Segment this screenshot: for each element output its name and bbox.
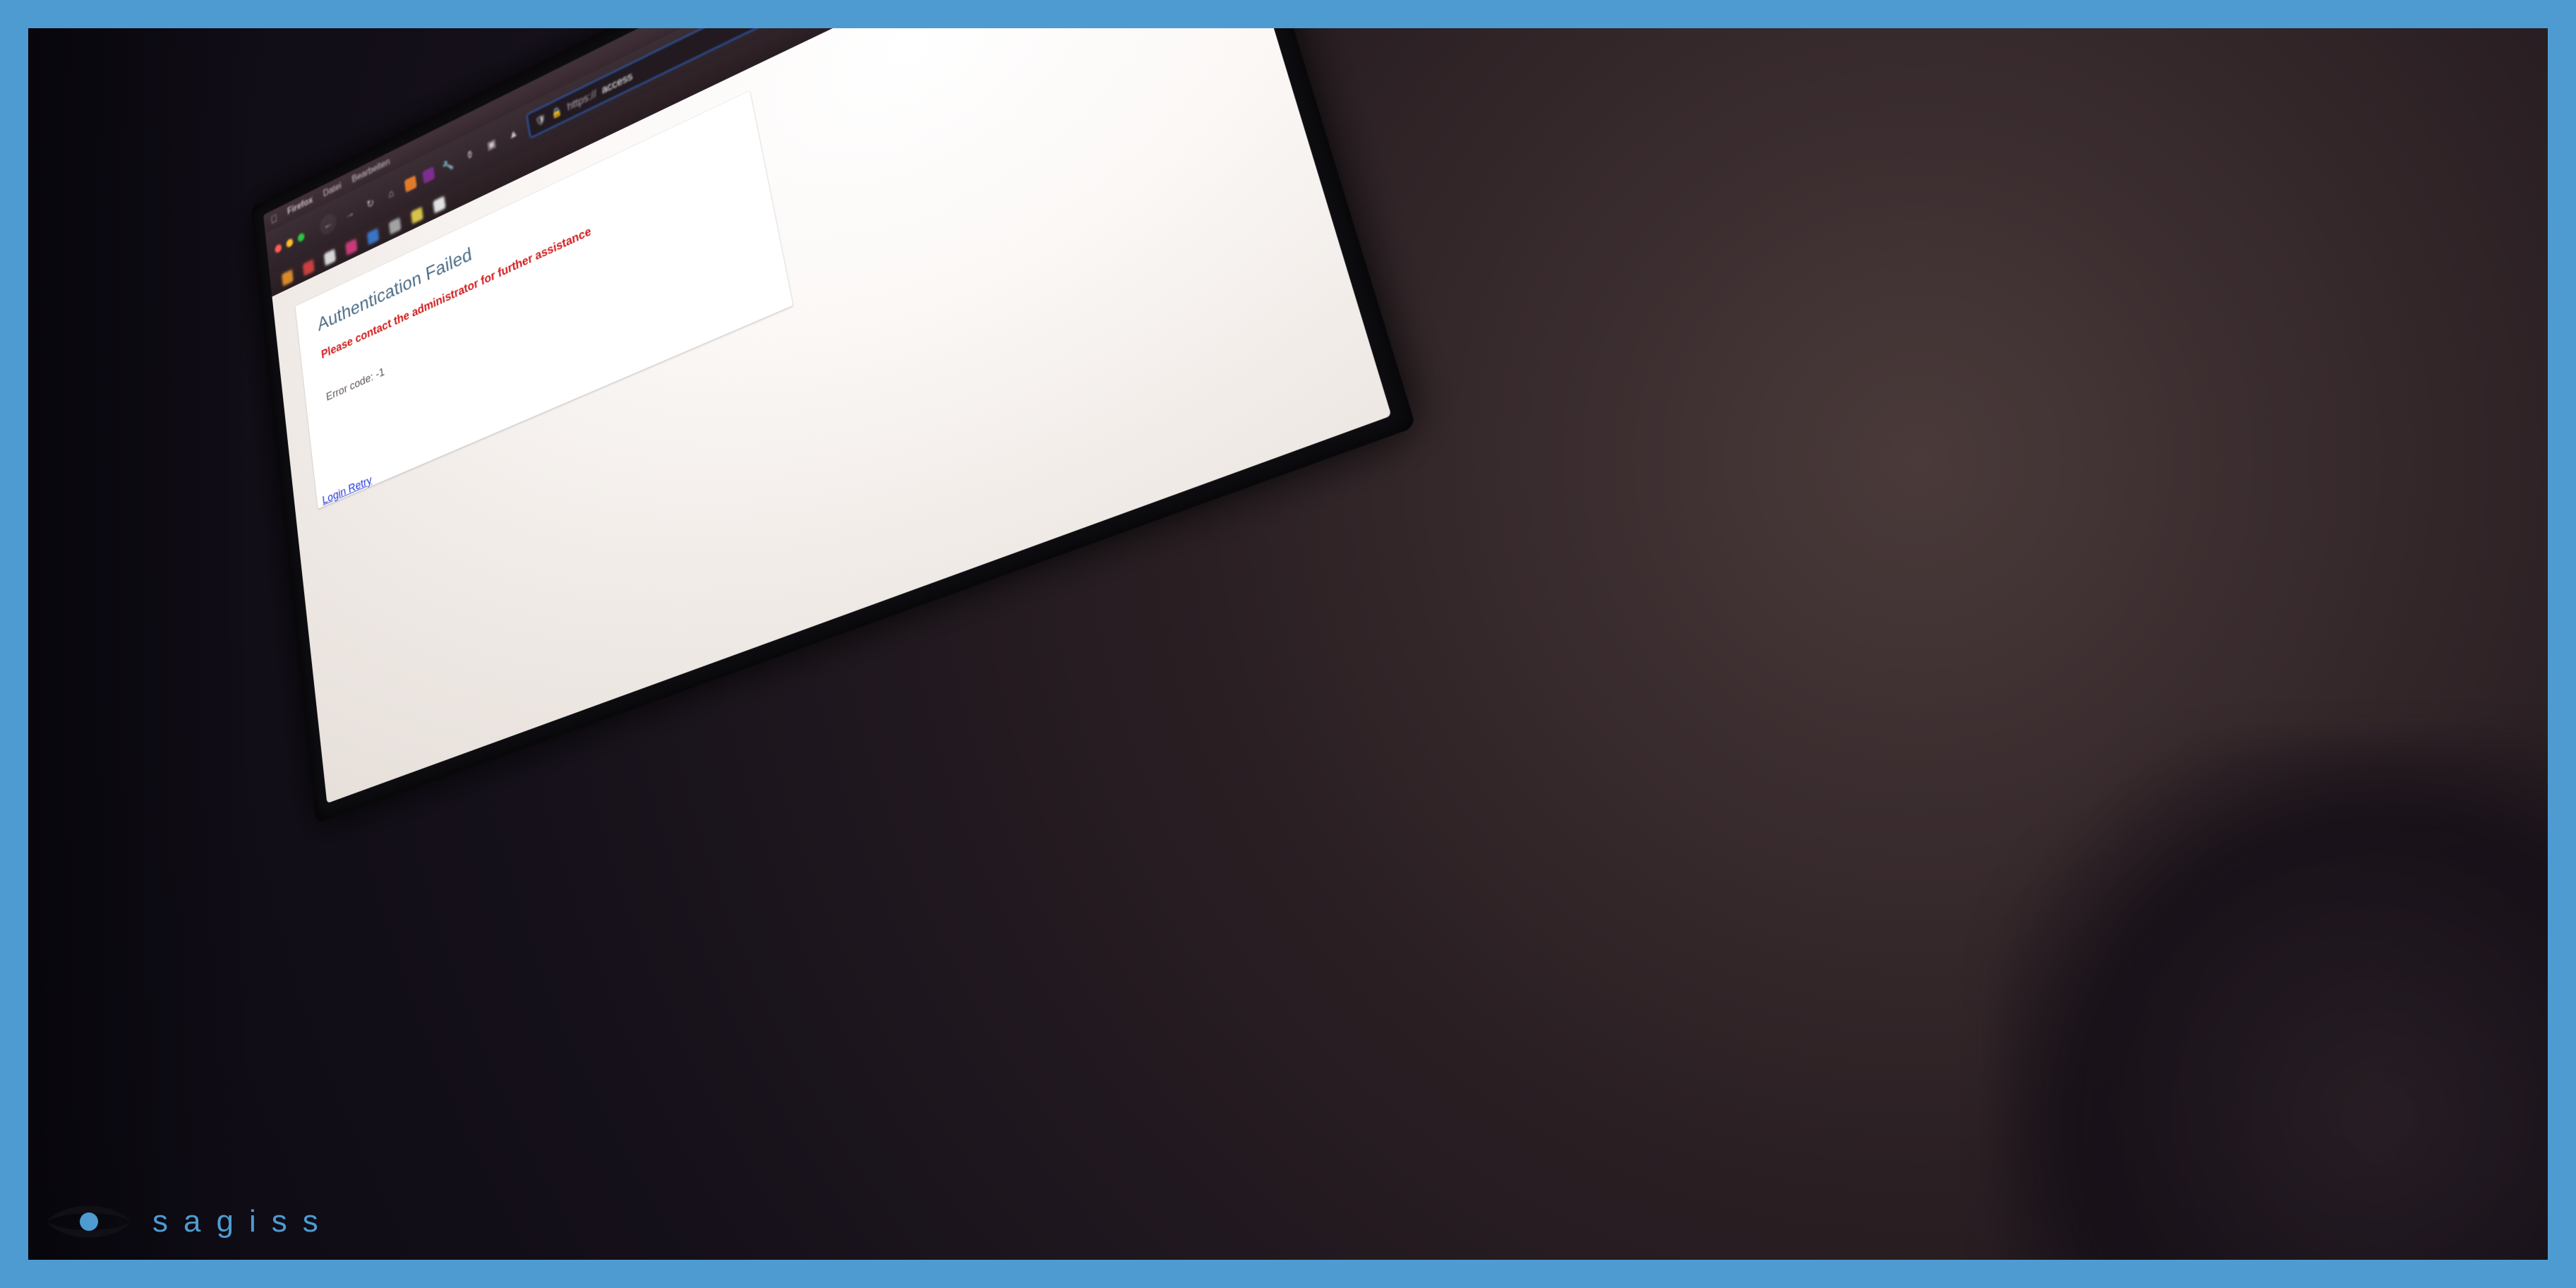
monitor-screen:  Firefox Datei Bearbeiten ← → (263, 28, 1392, 803)
bookmark-icon[interactable] (324, 248, 336, 265)
url-host: access (601, 70, 633, 97)
bookmark-icon[interactable] (433, 196, 445, 214)
window-minimize-icon[interactable] (286, 238, 294, 248)
toolbar-icon[interactable] (422, 167, 435, 184)
crop-icon[interactable]: ▣ (483, 133, 500, 156)
bookmark-icon[interactable] (411, 207, 423, 224)
triangle-warning-icon[interactable]: ▲ (505, 122, 522, 145)
bookmark-icon[interactable] (303, 259, 315, 276)
wrench-icon[interactable]: 🔧 (440, 155, 457, 177)
reload-button[interactable]: ↻ (363, 193, 378, 215)
lock-icon: 🔒 (550, 104, 563, 121)
window-controls (275, 232, 305, 254)
photo-backdrop:  Firefox Datei Bearbeiten ← → (28, 28, 2548, 1260)
url-scheme: https:// (567, 88, 598, 114)
toolbar-icon[interactable] (404, 175, 417, 193)
apple-menu-icon[interactable]:  (270, 212, 278, 226)
nav-forward-button[interactable]: → (342, 203, 358, 224)
bookmark-icon[interactable] (282, 270, 294, 287)
bookmark-icon[interactable] (389, 217, 402, 235)
bookmark-icon[interactable] (367, 228, 380, 246)
monitor:  Firefox Datei Bearbeiten ← → (251, 28, 1416, 824)
window-maximize-icon[interactable] (297, 232, 305, 243)
bookmark-icon[interactable] (345, 239, 357, 255)
nav-back-button[interactable]: ← (319, 211, 337, 237)
tracking-shield-icon[interactable]: 🛡 (534, 112, 547, 128)
window-close-icon[interactable] (275, 243, 282, 254)
mask-icon[interactable]: ⚱ (462, 144, 479, 167)
